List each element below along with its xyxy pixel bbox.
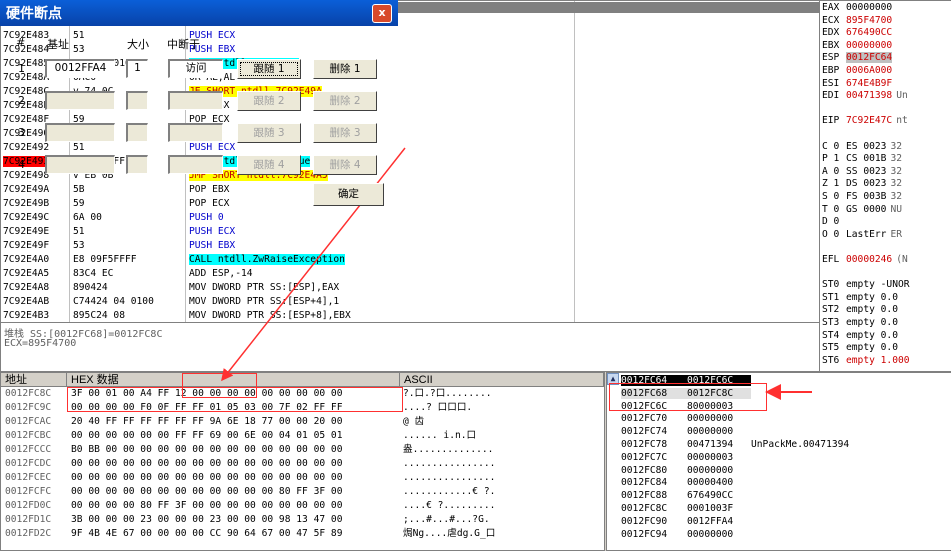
close-icon[interactable]: x — [372, 4, 392, 23]
bp-address-field[interactable] — [45, 155, 115, 174]
bp-row-number: 1 — [18, 62, 25, 75]
bp-follow-button[interactable]: 跟随 2 — [237, 91, 301, 111]
bp-size-field[interactable]: 1 — [126, 59, 148, 78]
bp-delete-button[interactable]: 删除 4 — [313, 155, 377, 175]
bp-break-on-field[interactable] — [168, 91, 223, 110]
col-header-break: 中断于 — [167, 38, 200, 51]
col-header-address: 基址 — [47, 38, 69, 51]
bp-break-on-field[interactable]: 访问 — [168, 59, 223, 78]
bp-size-field[interactable] — [126, 91, 148, 110]
bp-delete-button[interactable]: 删除 2 — [313, 91, 377, 111]
bp-break-on-field[interactable] — [168, 155, 223, 174]
bp-address-field[interactable]: 0012FFA4 — [45, 59, 115, 78]
bp-break-on-field[interactable] — [168, 123, 223, 142]
bp-size-field[interactable] — [126, 123, 148, 142]
annotation-arrows — [221, 147, 812, 400]
bp-row-number: 3 — [18, 126, 25, 139]
bp-delete-button[interactable]: 删除 3 — [313, 123, 377, 143]
ok-button[interactable]: 确定 — [313, 183, 384, 206]
bp-address-field[interactable] — [45, 123, 115, 142]
bp-delete-button[interactable]: 删除 1 — [313, 59, 377, 79]
bp-row-number: 4 — [18, 158, 25, 171]
bp-size-field[interactable] — [126, 155, 148, 174]
dialog-title: 硬件断点 — [6, 6, 62, 22]
bp-follow-button[interactable]: 跟随 1 — [237, 59, 301, 79]
col-header-size: 大小 — [127, 38, 149, 51]
bp-follow-button[interactable]: 跟随 3 — [237, 123, 301, 143]
col-header-num: # — [16, 36, 26, 49]
dialog-title-bar[interactable]: 硬件断点 x — [0, 0, 398, 26]
bp-row-number: 2 — [18, 94, 25, 107]
bp-address-field[interactable] — [45, 91, 115, 110]
bp-follow-button[interactable]: 跟随 4 — [237, 155, 301, 175]
